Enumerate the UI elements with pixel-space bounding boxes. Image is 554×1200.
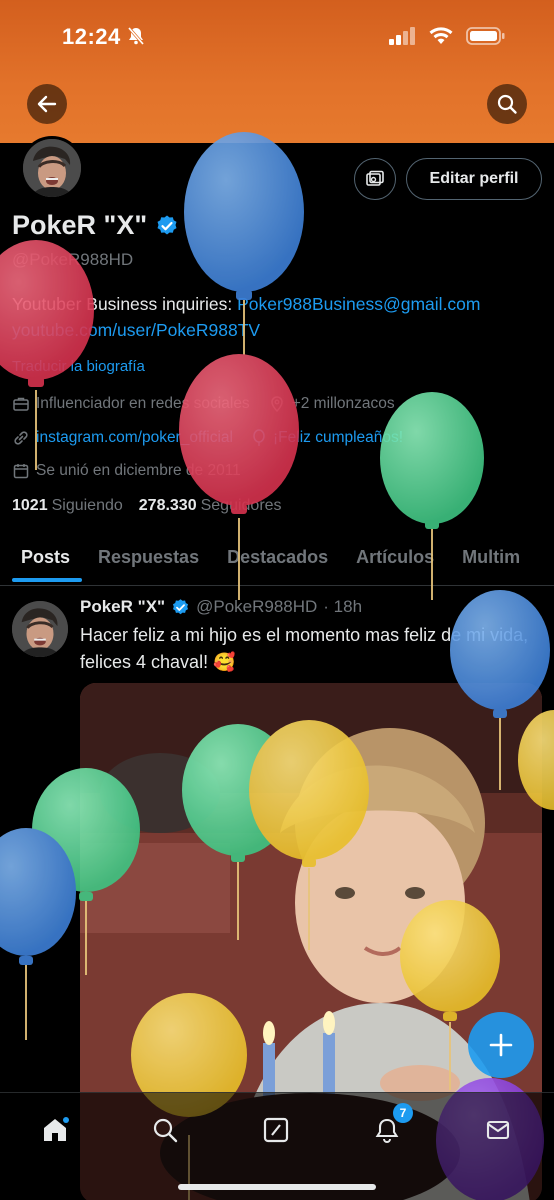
- profile-birthday: ¡Feliz cumpleaños!: [273, 429, 404, 446]
- notifications-badge: 7: [393, 1103, 413, 1123]
- profile-location: +2 millonzacos: [291, 395, 395, 412]
- tab-replies[interactable]: Respuestas: [86, 534, 211, 585]
- tab-media[interactable]: Multim: [450, 534, 532, 585]
- followers-count: 278.330: [138, 497, 197, 514]
- profile-name-text: PokeR "X": [12, 210, 148, 240]
- following-stat[interactable]: 1021 Siguiendo: [12, 497, 123, 515]
- nav-search[interactable]: [148, 1113, 182, 1147]
- profile-avatar[interactable]: [20, 136, 84, 200]
- tweet-header: PokeR "X" @PokeR988HD · 18h: [80, 597, 362, 617]
- status-icons: [388, 26, 506, 46]
- battery-icon: [466, 27, 505, 45]
- tweet-text: Hacer feliz a mi hijo es el momento mas …: [80, 625, 529, 672]
- compose-button[interactable]: [468, 1012, 534, 1078]
- tweet-avatar[interactable]: [12, 601, 68, 657]
- profile-banner: [0, 0, 554, 143]
- verified-badge-icon: [173, 598, 189, 614]
- professional-tools-button[interactable]: [354, 158, 396, 200]
- nav-grok[interactable]: [259, 1113, 293, 1147]
- tab-articles[interactable]: Artículos: [344, 534, 446, 585]
- following-label: Siguiendo: [51, 497, 123, 514]
- search-icon: [497, 94, 517, 114]
- arrow-left-icon: [37, 95, 57, 113]
- tab-highlights[interactable]: Destacados: [215, 534, 340, 585]
- profile-handle: @PokeR988HD: [12, 250, 134, 269]
- following-count: 1021: [12, 497, 48, 514]
- search-icon: [153, 1118, 178, 1143]
- meta-row-1: Influenciador en redes sociales +2 millo…: [12, 395, 395, 413]
- bio-email-link[interactable]: Poker988Business@gmail.com: [237, 294, 480, 314]
- nav-home[interactable]: [38, 1113, 72, 1147]
- verified-badge-icon: [157, 215, 177, 234]
- profile-website-link[interactable]: instagram.com/poker_official: [36, 429, 233, 447]
- wifi-icon: [429, 27, 453, 44]
- mail-icon: [486, 1120, 510, 1140]
- grok-icon: [263, 1117, 289, 1143]
- meta-row-3: Se unió en diciembre de 2011: [12, 462, 241, 480]
- tweet-author-handle: @PokeR988HD: [196, 597, 318, 616]
- link-icon: [14, 431, 28, 445]
- cellular-signal-icon: [389, 27, 415, 45]
- back-button[interactable]: [27, 84, 67, 124]
- status-time: 12:24: [62, 24, 121, 49]
- plus-icon: [489, 1033, 513, 1057]
- profile-tabs: Posts Respuestas Destacados Artículos Mu…: [0, 534, 554, 586]
- money-icon: [366, 170, 384, 186]
- edit-profile-button[interactable]: Editar perfil: [406, 158, 542, 200]
- follow-stats: 1021 Siguiendo 278.330 Seguidores: [12, 497, 282, 515]
- bio-text: Youtuber Business inquiries:: [12, 294, 238, 314]
- meta-row-2: instagram.com/poker_official ¡Feliz cump…: [12, 429, 403, 447]
- location-icon: [270, 396, 283, 413]
- balloon-icon: [253, 429, 265, 446]
- home-indicator: [178, 1184, 376, 1190]
- followers-stat[interactable]: 278.330 Seguidores: [139, 497, 282, 515]
- briefcase-icon: [13, 397, 29, 411]
- nav-messages[interactable]: [481, 1113, 515, 1147]
- profile-category: Influenciador en redes sociales: [36, 395, 250, 412]
- profile-name: PokeR "X": [12, 210, 179, 241]
- profile-joined: Se unió en diciembre de 2011: [36, 462, 241, 479]
- profile-bio: Youtuber Business inquiries: Poker988Bus…: [12, 291, 542, 343]
- bell-slash-icon: [126, 26, 146, 51]
- home-icon: [44, 1117, 69, 1141]
- translate-bio-link[interactable]: Traducir la biografía: [12, 358, 145, 375]
- search-button[interactable]: [487, 84, 527, 124]
- tab-posts[interactable]: Posts: [0, 534, 83, 585]
- followers-label: Seguidores: [200, 497, 282, 514]
- bio-url-link[interactable]: youtube.com/user/PokeR988TV: [12, 320, 260, 340]
- calendar-icon: [13, 464, 29, 479]
- tweet-author-name[interactable]: PokeR "X": [80, 597, 165, 617]
- tweet-time: · 18h: [323, 597, 363, 616]
